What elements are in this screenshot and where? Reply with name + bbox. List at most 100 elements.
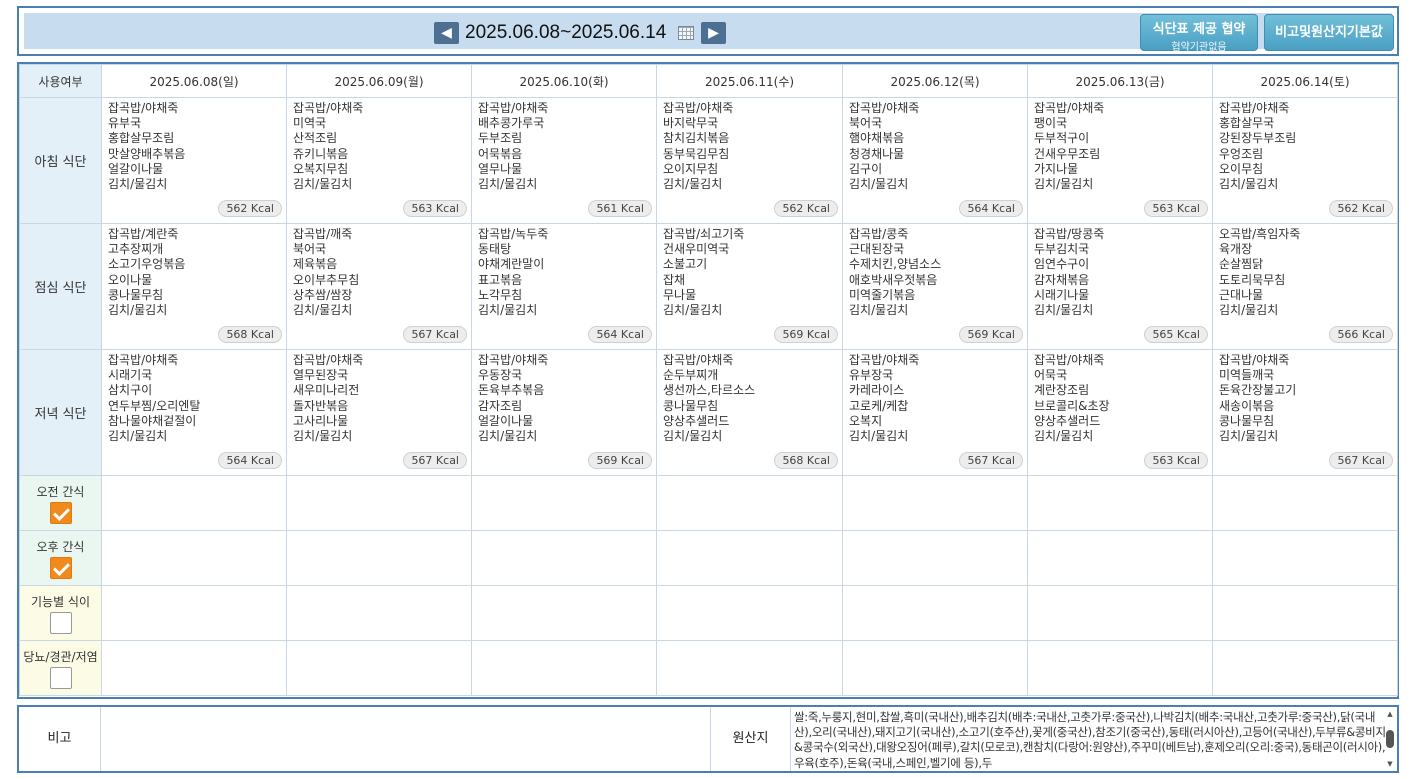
extra-cell[interactable]: [656, 475, 843, 531]
menu-item: 육개장: [1219, 242, 1253, 257]
menu-provide-agreement-button[interactable]: 식단표 제공 협약 협약기관없음: [1140, 14, 1258, 53]
menu-cell[interactable]: 잡곡밥/쇠고기죽 건새우미역국 소불고기 잡채 무나물 김치/물김치 569 Kcal: [656, 223, 843, 350]
extra-cell[interactable]: [842, 585, 1028, 641]
extra-cell[interactable]: [286, 640, 472, 696]
usage-checkbox[interactable]: [49, 611, 72, 634]
day-header: 2025.06.14(토): [1212, 64, 1398, 98]
menu-item: 동부묵김무침: [663, 146, 730, 161]
day-header: 2025.06.12(목): [842, 64, 1028, 98]
scroll-up-icon[interactable]: ▲: [1385, 710, 1395, 718]
menu-item: 생선까스,타르소스: [663, 383, 756, 398]
extra-cell[interactable]: [656, 585, 843, 641]
extra-cell[interactable]: [471, 530, 657, 586]
kcal-badge: 568 Kcal: [774, 452, 838, 469]
kcal-badge: 569 Kcal: [588, 452, 652, 469]
menu-cell[interactable]: 오곡밥/흑임자죽 육개장 순살찜닭 도토리묵무침 근대나물 김치/물김치 566 Kcal: [1212, 223, 1398, 350]
extra-cell[interactable]: [1027, 530, 1213, 586]
usage-checkbox[interactable]: [49, 501, 72, 524]
menu-cell[interactable]: 잡곡밥/땅콩죽 두부김치국 임연수구이 감자채볶음 시래기나물 김치/물김치 565 Kca…: [1027, 223, 1213, 350]
extra-cell[interactable]: [656, 640, 843, 696]
default-note-origin-button[interactable]: 비고및원산지기본값: [1264, 14, 1394, 51]
extra-cell[interactable]: [1212, 530, 1398, 586]
menu-cell[interactable]: 잡곡밥/야채죽 미역국 산적조림 쥬키니볶음 오복지무침 김치/물김치 563 Kcal: [286, 97, 472, 224]
menu-cell[interactable]: 잡곡밥/야채죽 홍합살무국 강된장두부조림 우엉조림 오이무침 김치/물김치 562 Kca…: [1212, 97, 1398, 224]
menu-cell[interactable]: 잡곡밥/야채죽 유부장국 카레라이스 고로케/케찹 오복지 김치/물김치 567 Kcal: [842, 349, 1028, 476]
menu-cell[interactable]: 잡곡밥/야채죽 팽이국 두부적구이 건새우무조림 가지나물 김치/물김치 563 Kcal: [1027, 97, 1213, 224]
chevron-left-icon: ◀: [441, 25, 452, 41]
menu-items: 잡곡밥/야채죽 어묵국 계란장조림 브로콜리&초장 양상추샐러드 김치/물김치 563 Kc…: [1028, 350, 1212, 475]
origin-scrollbar[interactable]: ▲ ▼: [1385, 710, 1395, 768]
extra-cell[interactable]: [101, 475, 287, 531]
origin-field[interactable]: 쌀:죽,누룽지,현미,찹쌀,흑미(국내산),배추김치(배추:국내산,고춧가루:중…: [794, 710, 1386, 770]
menu-item: 김치/물김치: [1034, 429, 1094, 444]
extra-cell[interactable]: [471, 475, 657, 531]
menu-item: 산적조림: [293, 131, 338, 146]
extra-cell[interactable]: [101, 640, 287, 696]
kcal-badge: 562 Kcal: [1329, 200, 1393, 217]
menu-item: 무나물: [663, 287, 697, 302]
menu-cell[interactable]: 잡곡밥/콩죽 근대된장국 수제치킨,양념소스 애호박새우젓볶음 미역줄기볶음 김치/물김치…: [842, 223, 1028, 350]
extra-cell[interactable]: [286, 475, 472, 531]
extra-cell[interactable]: [101, 585, 287, 641]
next-week-button[interactable]: ▶: [701, 22, 726, 44]
prev-week-button[interactable]: ◀: [434, 22, 459, 44]
extra-cell[interactable]: [656, 530, 843, 586]
menu-cell[interactable]: 잡곡밥/야채죽 열무된장국 새우미나리전 돌자반볶음 고사리나물 김치/물김치 567 Kc…: [286, 349, 472, 476]
menu-cell[interactable]: 잡곡밥/녹두죽 동태탕 야채계란말이 표고볶음 노각무침 김치/물김치 564 Kcal: [471, 223, 657, 350]
menu-item: 우동장국: [478, 368, 523, 383]
extra-cell[interactable]: [286, 530, 472, 586]
menu-item: 홍합살무조림: [108, 131, 175, 146]
menu-cell[interactable]: 잡곡밥/야채죽 순두부찌개 생선까스,타르소스 콩나물무침 양상추샐러드 김치/물김치 56…: [656, 349, 843, 476]
extra-cell[interactable]: [1212, 475, 1398, 531]
extra-cell[interactable]: [101, 530, 287, 586]
menu-item: 오복지무침: [293, 161, 349, 176]
weekly-menu-table: 사용여부 2025.06.08(일) 2025.06.09(월) 2025.06.1…: [17, 62, 1399, 699]
menu-item: 도토리묵무침: [1219, 272, 1286, 287]
extra-cell[interactable]: [286, 585, 472, 641]
note-field[interactable]: [101, 707, 711, 771]
menu-cell[interactable]: 잡곡밥/깨죽 북어국 제육볶음 오이부추무침 상추쌈/쌈장 김치/물김치 567 Kcal: [286, 223, 472, 350]
menu-items: 잡곡밥/녹두죽 동태탕 야채계란말이 표고볶음 노각무침 김치/물김치 564 Kcal: [472, 224, 656, 349]
menu-cell[interactable]: 잡곡밥/야채죽 어묵국 계란장조림 브로콜리&초장 양상추샐러드 김치/물김치 563 Kc…: [1027, 349, 1213, 476]
extra-cell[interactable]: [471, 585, 657, 641]
menu-item: 감자채볶음: [1034, 272, 1090, 287]
usage-checkbox[interactable]: [49, 556, 72, 579]
extra-cell[interactable]: [1212, 585, 1398, 641]
menu-item: 김치/물김치: [663, 303, 723, 318]
scroll-down-icon[interactable]: ▼: [1385, 760, 1395, 768]
menu-item: 김치/물김치: [663, 429, 723, 444]
calendar-icon[interactable]: [678, 26, 694, 40]
menu-item: 미역들깨국: [1219, 368, 1275, 383]
menu-item: 콩나물무침: [108, 287, 164, 302]
menu-cell[interactable]: 잡곡밥/야채죽 북어국 햄야채볶음 청경채나물 김구이 김치/물김치 564 Kcal: [842, 97, 1028, 224]
menu-item: 근대된장국: [849, 242, 905, 257]
extra-cell[interactable]: [842, 640, 1028, 696]
extra-cell[interactable]: [1027, 475, 1213, 531]
menu-cell[interactable]: 잡곡밥/야채죽 우동장국 돈육부추볶음 감자조림 얼갈이나물 김치/물김치 569 Kcal: [471, 349, 657, 476]
menu-items: 오곡밥/흑임자죽 육개장 순살찜닭 도토리묵무침 근대나물 김치/물김치 566 Kcal: [1213, 224, 1397, 349]
menu-cell[interactable]: 잡곡밥/야채죽 미역들깨국 돈육간장불고기 새송이볶음 콩나물무침 김치/물김치 567 K…: [1212, 349, 1398, 476]
scroll-thumb[interactable]: [1386, 730, 1394, 748]
extra-cell[interactable]: [1212, 640, 1398, 696]
extra-cell[interactable]: [842, 530, 1028, 586]
extra-cell[interactable]: [1027, 585, 1213, 641]
menu-item: 김치/물김치: [1034, 303, 1094, 318]
extra-cell[interactable]: [842, 475, 1028, 531]
menu-grid: 사용여부 2025.06.08(일) 2025.06.09(월) 2025.06.1…: [19, 64, 1398, 696]
menu-cell[interactable]: 잡곡밥/야채죽 시래기국 삼치구이 연두부찜/오리엔탈 참나물야채겉절이 김치/물김치 56…: [101, 349, 287, 476]
menu-item: 돈육부추볶음: [478, 383, 545, 398]
extra-cell[interactable]: [1027, 640, 1213, 696]
extra-cell[interactable]: [471, 640, 657, 696]
menu-cell[interactable]: 잡곡밥/계란죽 고추장찌개 소고기우엉볶음 오이나물 콩나물무침 김치/물김치 568 Kc…: [101, 223, 287, 350]
menu-cell[interactable]: 잡곡밥/야채죽 배추콩가루국 두부조림 어묵볶음 열무나물 김치/물김치 561 Kcal: [471, 97, 657, 224]
usage-checkbox[interactable]: [49, 666, 72, 689]
kcal-badge: 567 Kcal: [403, 326, 467, 343]
menu-cell[interactable]: 잡곡밥/야채죽 유부국 홍합살무조림 맛살양배추볶음 얼갈이나물 김치/물김치 562 Kc…: [101, 97, 287, 224]
kcal-badge: 567 Kcal: [403, 452, 467, 469]
menu-item: 브로콜리&초장: [1034, 398, 1110, 413]
usage-header: 사용여부: [19, 64, 102, 98]
menu-cell[interactable]: 잡곡밥/야채죽 바지락무국 참치김치볶음 동부묵김무침 오이지무침 김치/물김치 562 K…: [656, 97, 843, 224]
menu-item: 잡곡밥/야채죽: [1219, 353, 1290, 367]
menu-item: 우엉조림: [1219, 146, 1264, 161]
diet-row: 당뇨/경관/저염: [19, 640, 1398, 696]
